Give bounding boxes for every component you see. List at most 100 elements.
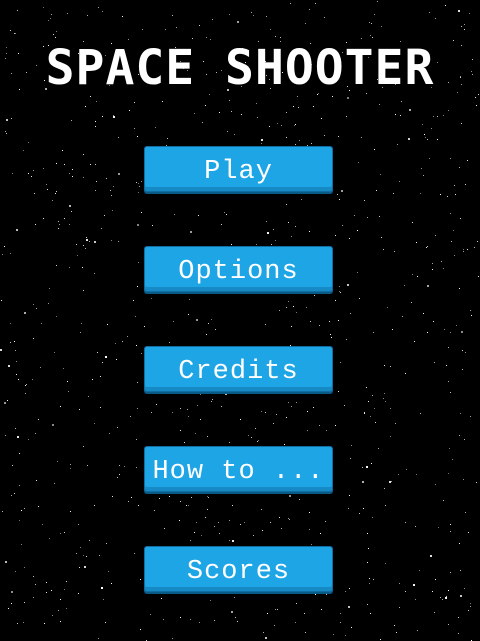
star (448, 381, 449, 382)
star (83, 245, 84, 246)
star (266, 16, 267, 17)
star (129, 110, 130, 111)
star (12, 465, 13, 466)
star (432, 263, 433, 264)
star (345, 635, 346, 636)
star (100, 376, 101, 377)
star (458, 633, 459, 634)
star (87, 15, 88, 16)
star (130, 416, 131, 417)
star (293, 306, 294, 307)
star (42, 524, 43, 525)
star (214, 526, 215, 527)
star (324, 135, 325, 136)
star (119, 465, 120, 466)
star (172, 412, 173, 413)
star (165, 29, 166, 30)
star (102, 362, 103, 363)
star (335, 300, 336, 301)
star (394, 251, 395, 252)
star (54, 483, 55, 484)
star (86, 237, 87, 238)
star (62, 150, 63, 151)
credits-button[interactable]: Credits (144, 346, 333, 392)
star (95, 126, 96, 127)
star (313, 407, 314, 408)
star (380, 174, 381, 175)
star (83, 290, 84, 291)
star (414, 341, 415, 342)
star (450, 332, 451, 333)
star (443, 115, 444, 116)
star (465, 512, 466, 513)
star (118, 137, 119, 138)
star (229, 540, 230, 541)
star (319, 325, 320, 326)
scores-button[interactable]: Scores (144, 546, 333, 592)
star (362, 467, 363, 468)
star (330, 334, 331, 335)
star (184, 442, 185, 443)
star (263, 632, 264, 633)
star (307, 430, 308, 431)
star (14, 341, 15, 342)
star (225, 393, 227, 395)
star (458, 617, 459, 618)
star (405, 373, 406, 374)
star (58, 228, 59, 229)
star (464, 439, 465, 440)
star (461, 26, 462, 27)
star (421, 168, 422, 169)
star (374, 408, 375, 409)
star (450, 531, 451, 532)
star (219, 112, 220, 113)
star (141, 353, 142, 354)
star (420, 413, 421, 414)
star (134, 128, 135, 129)
star (208, 497, 209, 498)
star (448, 110, 449, 111)
star (416, 474, 417, 475)
star (0, 349, 2, 351)
star (426, 247, 427, 248)
star (357, 230, 358, 231)
star (435, 235, 436, 236)
star (58, 221, 59, 222)
star (196, 522, 197, 523)
options-button[interactable]: Options (144, 246, 333, 292)
star (262, 530, 263, 531)
star (67, 13, 68, 14)
star (24, 312, 26, 314)
star (226, 214, 227, 215)
star (71, 211, 72, 212)
star (116, 359, 117, 360)
star (411, 302, 412, 303)
star (4, 246, 5, 247)
star (331, 337, 332, 338)
star (464, 29, 465, 30)
star (106, 543, 107, 544)
star (67, 381, 68, 382)
star (256, 103, 257, 104)
star (392, 329, 393, 330)
star (443, 268, 444, 269)
star (133, 300, 134, 301)
star (136, 345, 137, 346)
star (33, 170, 34, 171)
star (340, 613, 341, 614)
star (286, 204, 287, 205)
star (83, 555, 84, 556)
star (136, 182, 137, 183)
star (476, 105, 477, 106)
star (364, 413, 365, 414)
play-button[interactable]: Play (144, 146, 333, 192)
star (399, 583, 400, 584)
star (105, 356, 107, 358)
star (113, 115, 114, 116)
star (370, 416, 371, 417)
star (458, 10, 460, 12)
star (374, 14, 375, 15)
star (138, 192, 139, 193)
how-to-button[interactable]: How to ... (144, 446, 333, 492)
star (211, 401, 212, 402)
